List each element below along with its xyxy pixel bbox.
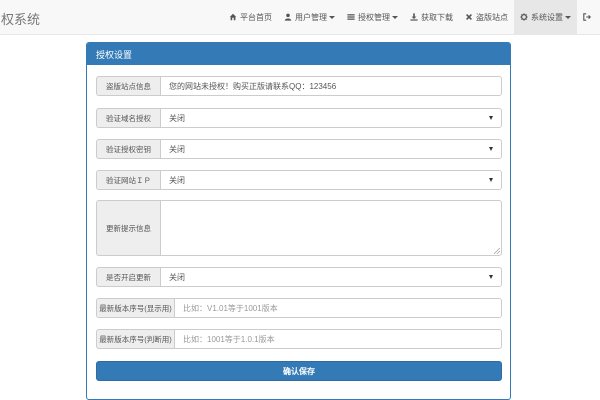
version-judge-row: 最新版本序号(判断用) 比如：1001等于1.0.1版本: [96, 329, 502, 349]
nav-item-piracy[interactable]: 盗版站点: [459, 0, 514, 34]
nav-label-piracy: 盗版站点: [476, 12, 508, 22]
nav-item-settings[interactable]: 系统设置: [514, 0, 577, 34]
chevron-down-icon: [489, 116, 493, 120]
update-notice-row: 更新提示信息: [96, 200, 502, 256]
resize-handle-icon[interactable]: [494, 248, 500, 254]
version-judge-placeholder: 比如：1001等于1.0.1版本: [183, 334, 275, 344]
enable-update-value: 关闭: [169, 272, 185, 282]
version-display-label: 最新版本序号(显示用): [96, 298, 174, 318]
version-judge-input[interactable]: 比如：1001等于1.0.1版本: [174, 329, 502, 349]
chevron-down-icon: [329, 15, 335, 19]
update-notice-textarea[interactable]: [160, 200, 502, 256]
chevron-down-icon: [489, 275, 493, 279]
brand-title: 权系统: [1, 12, 41, 27]
piracy-info-label: 盗版站点信息: [96, 76, 160, 96]
chevron-down-icon: [565, 15, 571, 19]
verify-ip-label: 验证网站ＩＰ: [96, 170, 160, 190]
verify-ip-select[interactable]: 关闭: [160, 170, 502, 190]
enable-update-select[interactable]: 关闭: [160, 267, 502, 287]
verify-key-select[interactable]: 关闭: [160, 139, 502, 159]
auth-settings-panel: 授权设置 盗版站点信息 您的网站未授权！购买正版请联系QQ：123456 验证域…: [86, 42, 511, 400]
nav-label-auth: 授权管理: [358, 12, 390, 22]
logout-icon: [583, 13, 591, 21]
nav-label-home: 平台首页: [240, 12, 272, 22]
download-icon: [410, 13, 418, 21]
enable-update-label: 是否开启更新: [96, 267, 160, 287]
nav-label-settings: 系统设置: [531, 12, 563, 22]
nav-item-home[interactable]: 平台首页: [223, 0, 278, 34]
nav-label-users: 用户管理: [295, 12, 327, 22]
version-judge-label: 最新版本序号(判断用): [96, 329, 174, 349]
nav-item-auth[interactable]: 授权管理: [341, 0, 404, 34]
enable-update-row: 是否开启更新 关闭: [96, 267, 502, 287]
chevron-down-icon: [489, 178, 493, 182]
top-navbar: 权系统 平台首页 用户管理 授权管理 获取下载 盗版站点 系统设置: [0, 0, 600, 35]
verify-domain-label: 验证域名授权: [96, 108, 160, 128]
verify-ip-value: 关闭: [169, 175, 185, 185]
user-icon: [284, 13, 292, 21]
main-nav: 平台首页 用户管理 授权管理 获取下载 盗版站点 系统设置: [223, 0, 600, 34]
chevron-down-icon: [489, 147, 493, 151]
verify-domain-row: 验证域名授权 关闭: [96, 108, 502, 128]
list-icon: [347, 14, 355, 20]
close-icon: [466, 14, 472, 20]
verify-domain-select[interactable]: 关闭: [160, 108, 502, 128]
verify-key-label: 验证授权密钥: [96, 139, 160, 159]
piracy-info-input[interactable]: 您的网站未授权！购买正版请联系QQ：123456: [160, 76, 502, 96]
nav-item-logout[interactable]: [577, 0, 600, 34]
version-display-input[interactable]: 比如：V1.01等于1001版本: [174, 298, 502, 318]
chevron-down-icon: [392, 15, 398, 19]
nav-item-download[interactable]: 获取下载: [404, 0, 459, 34]
verify-ip-row: 验证网站ＩＰ 关闭: [96, 170, 502, 190]
gear-icon: [520, 13, 528, 21]
nav-item-users[interactable]: 用户管理: [278, 0, 341, 34]
verify-key-row: 验证授权密钥 关闭: [96, 139, 502, 159]
home-icon: [229, 13, 237, 21]
verify-key-value: 关闭: [169, 144, 185, 154]
piracy-info-value: 您的网站未授权！购买正版请联系QQ：123456: [169, 81, 337, 91]
verify-domain-value: 关闭: [169, 113, 185, 123]
version-display-placeholder: 比如：V1.01等于1001版本: [183, 303, 278, 313]
panel-title: 授权设置: [87, 43, 510, 65]
version-display-row: 最新版本序号(显示用) 比如：V1.01等于1001版本: [96, 298, 502, 318]
save-button[interactable]: 确认保存: [96, 361, 502, 381]
piracy-info-row: 盗版站点信息 您的网站未授权！购买正版请联系QQ：123456: [96, 76, 502, 96]
update-notice-label: 更新提示信息: [96, 200, 160, 256]
nav-label-download: 获取下载: [421, 12, 453, 22]
